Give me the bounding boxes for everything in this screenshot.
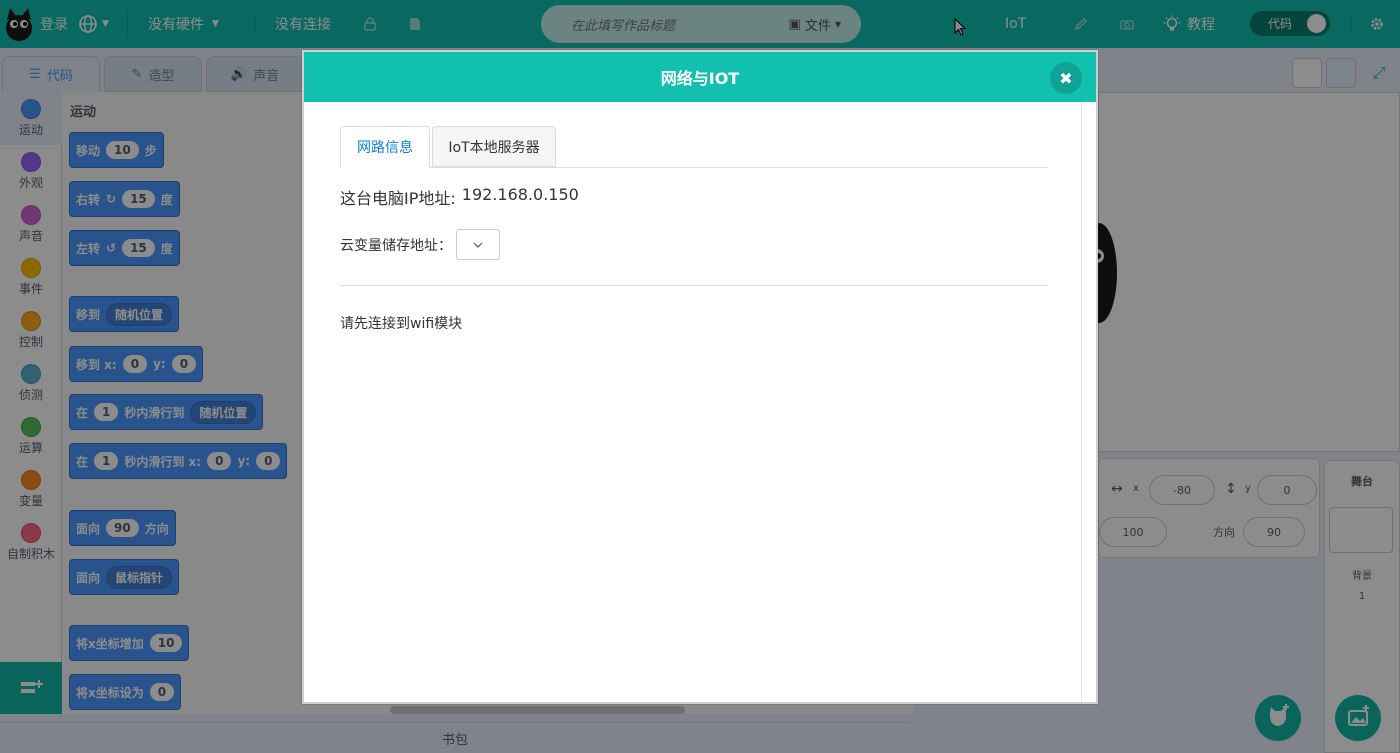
divider: [340, 285, 1048, 286]
close-button[interactable]: ✖: [1050, 62, 1082, 94]
ip-label: 这台电脑IP地址:: [340, 189, 456, 208]
tab-iot-local-server-label: IoT本地服务器: [448, 139, 540, 156]
tab-network-info[interactable]: 网路信息: [340, 126, 430, 168]
tab-iot-local-server[interactable]: IoT本地服务器: [432, 126, 556, 167]
cloud-variable-line: 云变量储存地址：: [340, 229, 500, 260]
ip-address-line: 这台电脑IP地址: 192.168.0.150: [340, 185, 579, 209]
modal-tabs: 网路信息 IoT本地服务器: [340, 126, 1048, 168]
modal-header: 网络与IOT: [304, 52, 1096, 102]
modal-scrollbar[interactable]: [1081, 102, 1096, 702]
wifi-connect-message: 请先连接到wifi模块: [340, 316, 463, 332]
modal-title: 网络与IOT: [660, 69, 740, 88]
ip-value: 192.168.0.150: [461, 185, 579, 204]
chevron-down-icon: [473, 242, 483, 248]
tab-network-info-label: 网路信息: [357, 140, 413, 156]
cloud-storage-select[interactable]: [456, 229, 500, 260]
network-iot-modal: 网络与IOT ✖ 网路信息 IoT本地服务器 这台电脑IP地址: 192.168…: [302, 50, 1098, 704]
cloud-storage-label: 云变量储存地址：: [340, 237, 452, 254]
close-icon: ✖: [1059, 68, 1073, 88]
